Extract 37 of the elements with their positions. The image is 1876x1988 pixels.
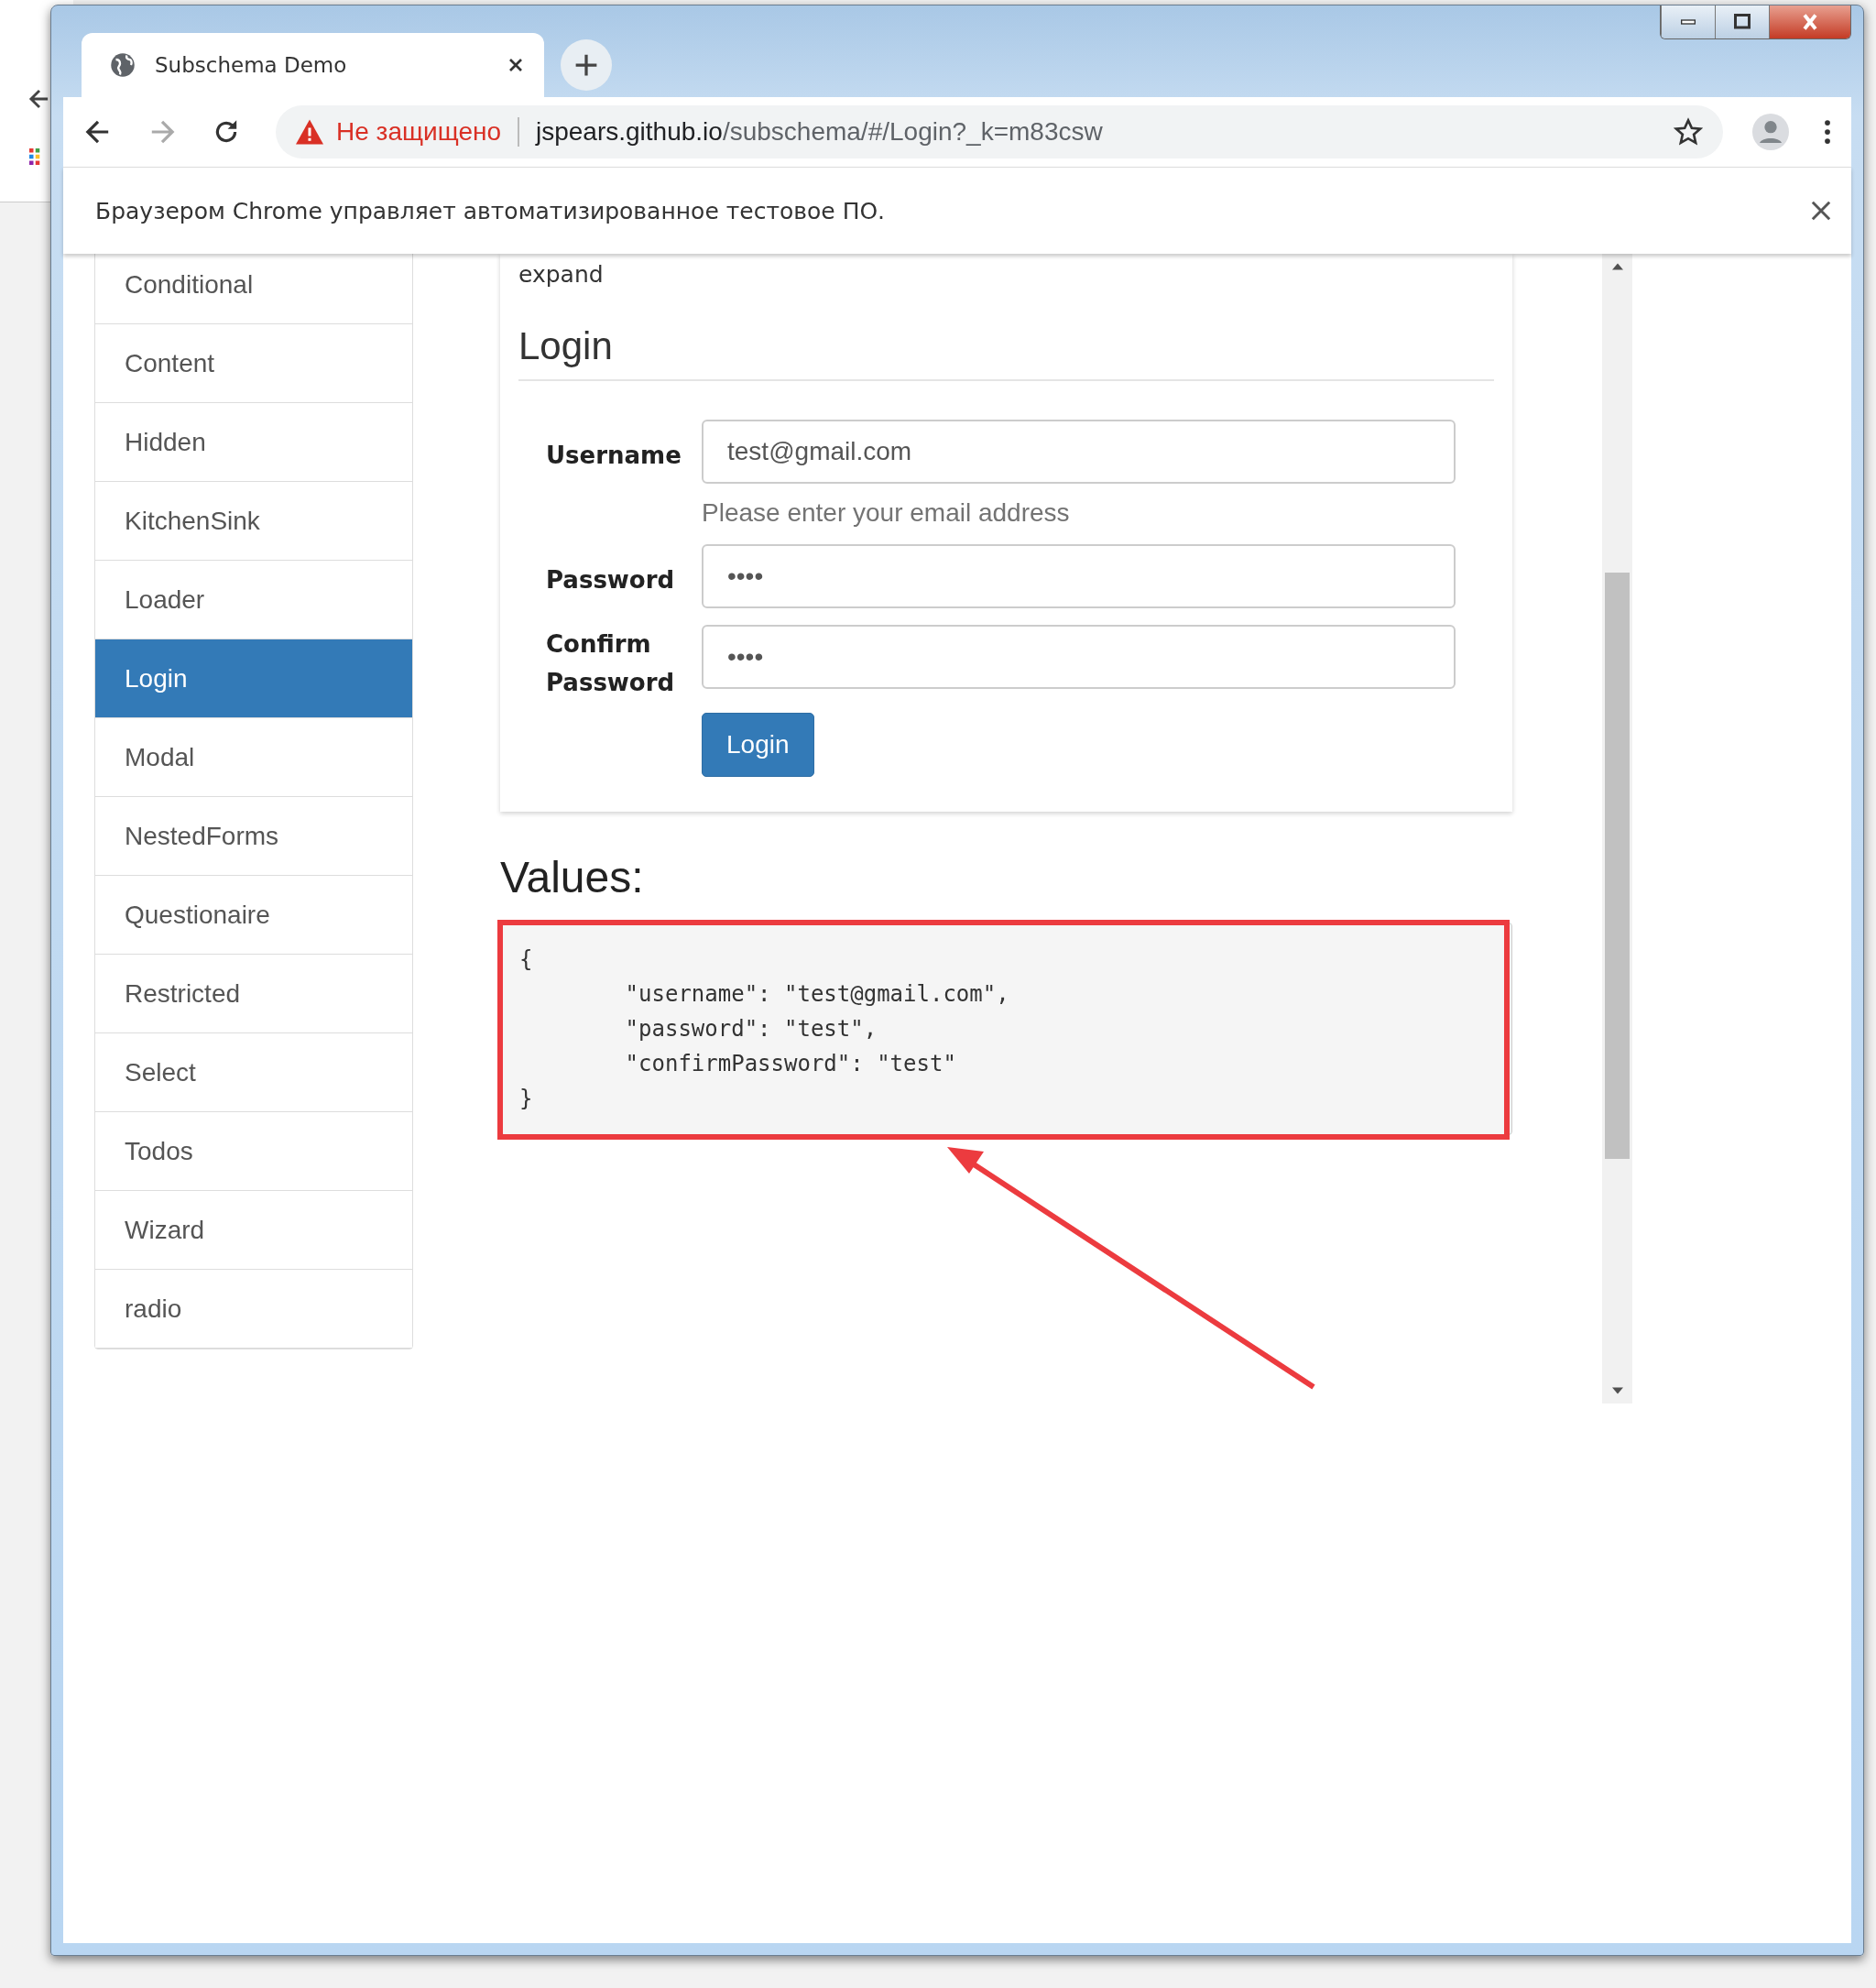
automation-notice: Браузером Chrome управляет автоматизированное тестовое ПО.	[95, 197, 887, 224]
values-code: { "username": "test@gmail.com", "password": "test", "confirmPassword": "test" }	[500, 923, 1512, 1135]
star-icon[interactable]	[1674, 117, 1703, 147]
input-field[interactable]: ••••	[702, 625, 1456, 689]
login-button[interactable]: Login	[702, 713, 814, 777]
scroll-down-icon[interactable]	[1611, 1387, 1623, 1394]
browser-tab[interactable]: Subschema Demo	[82, 33, 544, 97]
warning-icon	[296, 119, 323, 145]
input-field[interactable]: ••••	[702, 544, 1456, 608]
help-text: Please enter your email address	[702, 497, 1071, 528]
values-heading: Values:	[500, 852, 645, 902]
minimize-button[interactable]	[1661, 5, 1715, 38]
sidebar-item[interactable]: Login	[95, 639, 412, 718]
scroll-up-icon[interactable]	[1611, 263, 1623, 270]
close-icon[interactable]	[507, 57, 524, 73]
avatar-icon[interactable]	[1752, 114, 1789, 150]
address-bar[interactable]: Не защищено jspears.github.io/subschema/#/Login?_k=m83csw	[276, 105, 1723, 158]
input-field[interactable]: test@gmail.com	[702, 420, 1456, 484]
globe-icon	[109, 51, 136, 79]
minimize-icon	[1681, 19, 1696, 25]
form-legend: Login	[518, 288, 1494, 381]
maximize-button[interactable]	[1715, 5, 1769, 38]
scroll-thumb[interactable]	[1605, 573, 1630, 1159]
scrollbar[interactable]	[1602, 254, 1632, 1404]
maximize-icon	[1732, 14, 1752, 30]
field-label: Username	[546, 441, 682, 471]
security-label: Не защищено	[336, 117, 501, 147]
field-label: Confirm Password	[546, 629, 676, 698]
new-tab-button[interactable]	[561, 39, 612, 91]
close-icon[interactable]	[1811, 201, 1831, 221]
url-text: jspears.github.io/subschema/#/Login?_k=m83csw	[536, 117, 1104, 147]
menu-icon[interactable]	[1824, 118, 1831, 146]
close-window-button[interactable]	[1769, 5, 1850, 38]
tab-title: Subschema Demo	[155, 53, 348, 77]
expand-link[interactable]: expand	[518, 254, 604, 288]
field-label: Password	[546, 565, 676, 595]
plus-icon	[574, 53, 598, 77]
